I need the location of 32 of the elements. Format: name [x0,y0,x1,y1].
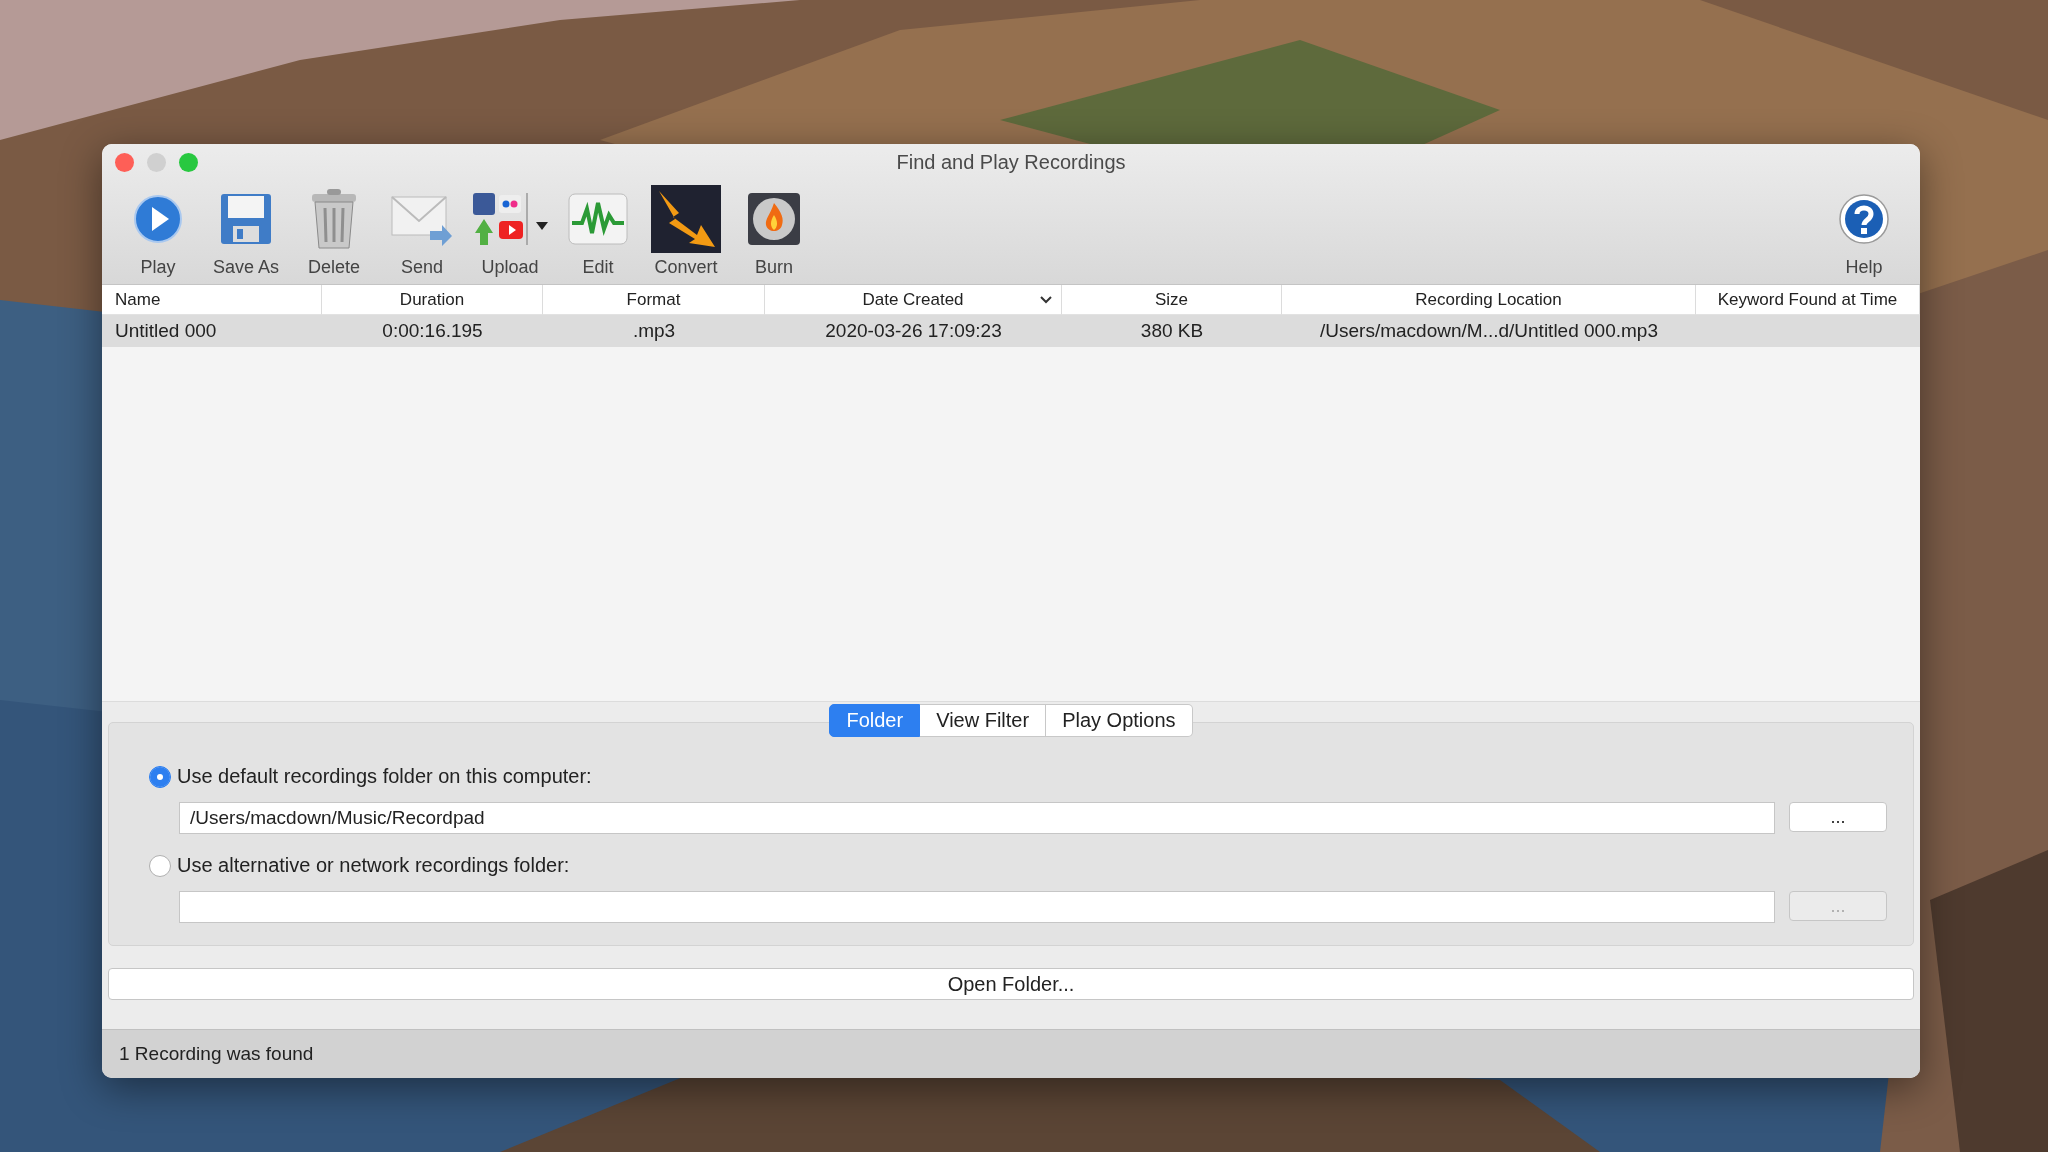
column-header[interactable]: Format [543,285,765,315]
tab[interactable]: Play Options [1046,704,1193,737]
radio-label[interactable]: Use default recordings folder on this computer: [177,765,592,788]
radio-label[interactable]: Use alternative or network recordings folder: [177,854,570,877]
help-button[interactable]: Help [1820,183,1908,284]
toolbar-button[interactable]: Delete [290,183,378,284]
toolbar-button[interactable]: Play [114,183,202,284]
column-header[interactable]: Keyword Found at Time [1696,285,1920,315]
column-header[interactable]: Name [102,285,322,315]
table-cell-text: Untitled 000 [114,319,217,343]
toolbar-button[interactable]: Burn [730,183,818,284]
open-folder-button[interactable]: Open Folder... [108,968,1914,1000]
browse-button[interactable]: ... [1789,802,1887,832]
column-header[interactable]: Recording Location [1282,285,1696,315]
toolbar-button[interactable]: Edit [554,183,642,284]
column-header[interactable]: Duration [322,285,543,315]
toolbar-button[interactable]: Convert [642,183,730,284]
toolbar-button[interactable]: Send [378,183,466,284]
table-cell-text: /Users/macdown/M...d/Untitled 000.mp3 [1320,319,1658,343]
column-header[interactable]: Date Created [765,285,1062,315]
table-cell-text: 0:00:16.195 [382,319,483,343]
tab[interactable]: View Filter [920,704,1047,737]
toolbar-button[interactable]: Save As [202,183,290,284]
table-cell-text: 380 KB [1140,319,1204,343]
status-text: 1 Recording was found [119,1043,314,1065]
tab[interactable]: Folder [829,704,921,737]
table-cell-text: .mp3 [632,319,676,343]
folder-path-field[interactable]: /Users/macdown/Music/Recordpad [179,802,1775,834]
column-header[interactable]: Size [1062,285,1282,315]
table-cell-text: 2020-03-26 17:09:23 [825,319,1002,343]
window-title: Find and Play Recordings [896,150,1126,174]
toolbar-button[interactable]: Upload [466,183,554,284]
